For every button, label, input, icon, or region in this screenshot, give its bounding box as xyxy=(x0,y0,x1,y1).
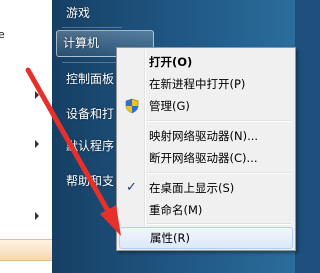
start-menu-selected-item[interactable] xyxy=(0,239,52,261)
menu-item-label: 管理(G) xyxy=(149,99,190,113)
menu-item-label: 打开(O) xyxy=(149,55,193,69)
submenu-arrow-icon[interactable] xyxy=(35,212,39,220)
submenu-arrow-icon[interactable] xyxy=(35,91,39,99)
separator xyxy=(62,62,122,63)
menu-item-properties[interactable]: 属性(R) xyxy=(119,227,293,249)
menu-item-label: 映射网络驱动器(N)... xyxy=(149,129,259,143)
left-pane-cut-text: e xyxy=(0,28,5,41)
checkmark-icon: ✓ xyxy=(126,180,137,195)
menu-item-disconnect-network-drive[interactable]: 断开网络驱动器(C)... xyxy=(119,147,293,169)
separator xyxy=(62,27,122,28)
menu-separator xyxy=(147,223,291,225)
menu-item-label: 断开网络驱动器(C)... xyxy=(149,151,258,165)
right-item-control-panel[interactable]: 控制面板 xyxy=(60,66,114,92)
right-item-help-support[interactable]: 帮助和支 xyxy=(60,168,114,194)
menu-item-label: 重命名(M) xyxy=(149,203,203,217)
right-item-games[interactable]: 游戏 xyxy=(60,0,90,26)
right-item-devices-printers[interactable]: 设备和打 xyxy=(60,101,114,127)
menu-separator xyxy=(147,172,291,174)
menu-item-rename[interactable]: 重命名(M) xyxy=(119,199,293,221)
menu-separator xyxy=(147,120,291,122)
uac-shield-icon xyxy=(125,98,139,114)
menu-item-map-network-drive[interactable]: 映射网络驱动器(N)... xyxy=(119,125,293,147)
menu-item-label: 在新进程中打开(P) xyxy=(149,77,246,91)
right-item-default-programs[interactable]: 默认程序 xyxy=(60,133,114,159)
menu-item-open-new-process[interactable]: 在新进程中打开(P) xyxy=(119,73,293,95)
menu-item-label: 在桌面上显示(S) xyxy=(149,181,235,195)
menu-item-label: 属性(R) xyxy=(150,231,190,245)
menu-item-show-on-desktop[interactable]: ✓ 在桌面上显示(S) xyxy=(119,177,293,199)
submenu-arrow-icon[interactable] xyxy=(35,140,39,148)
menu-item-open[interactable]: 打开(O) xyxy=(119,51,293,73)
menu-item-manage[interactable]: 管理(G) xyxy=(119,95,293,117)
start-menu-left-pane: e xyxy=(0,0,53,273)
context-menu: 打开(O) 在新进程中打开(P) 管理(G) 映射网络驱动器(N)... 断开网… xyxy=(116,47,296,251)
